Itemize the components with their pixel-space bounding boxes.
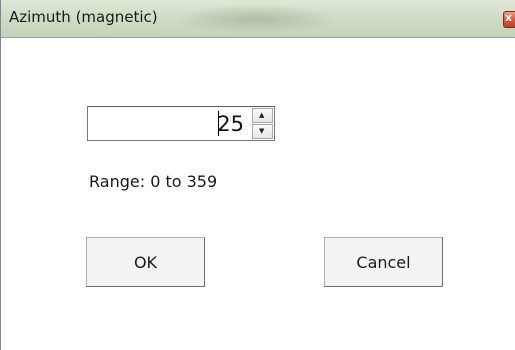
title-bar[interactable]: Azimuth (magnetic) x bbox=[1, 0, 515, 38]
spin-up-button[interactable]: ▲ bbox=[252, 108, 273, 123]
spin-up-arrow-icon: ▲ bbox=[259, 111, 265, 119]
ok-button[interactable]: OK bbox=[86, 237, 205, 287]
cancel-button[interactable]: Cancel bbox=[324, 237, 443, 287]
title-bar-glass bbox=[171, 4, 341, 34]
dialog-window: Azimuth (magnetic) x 25 ▲ ▼ Range: 0 to … bbox=[0, 0, 515, 350]
azimuth-value-input[interactable]: 25 bbox=[217, 112, 244, 136]
close-button[interactable]: x bbox=[503, 11, 515, 28]
range-label: Range: 0 to 359 bbox=[89, 172, 218, 191]
close-icon: x bbox=[505, 11, 513, 24]
spin-down-arrow-icon: ▼ bbox=[259, 127, 265, 135]
dialog-body bbox=[1, 38, 515, 350]
azimuth-spinner[interactable]: 25 ▲ ▼ bbox=[87, 106, 275, 141]
spin-down-button[interactable]: ▼ bbox=[252, 124, 273, 139]
window-title: Azimuth (magnetic) bbox=[9, 8, 158, 26]
